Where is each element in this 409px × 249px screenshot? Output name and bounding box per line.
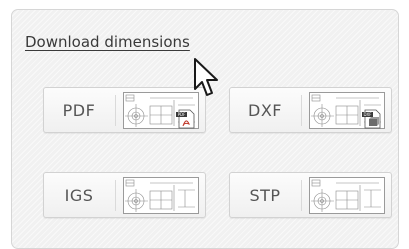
svg-text:DXF: DXF [363, 112, 372, 117]
button-divider [301, 95, 302, 126]
button-divider [301, 180, 302, 211]
pdf-download-button[interactable]: PDF PDF [43, 87, 206, 133]
igs-download-button[interactable]: IGS [43, 172, 206, 218]
button-divider [115, 95, 116, 126]
drawing-thumbnail-icon [123, 177, 199, 214]
dxf-file-icon: DXF [362, 109, 381, 129]
drawing-thumbnail-icon: DXF [309, 92, 385, 129]
arrow-cursor-icon [194, 58, 218, 96]
stp-download-button[interactable]: STP [229, 172, 392, 218]
pdf-button-label: PDF [62, 100, 96, 120]
dxf-button-label: DXF [248, 100, 282, 120]
download-dimensions-link[interactable]: Download dimensions [25, 33, 190, 51]
svg-text:PDF: PDF [178, 112, 186, 117]
pdf-file-icon: PDF [176, 109, 195, 129]
igs-button-label: IGS [64, 185, 94, 205]
stp-button-label: STP [249, 185, 281, 205]
drawing-thumbnail-icon: PDF [123, 92, 199, 129]
download-dimensions-panel: Download dimensions PDF PDF DXF DXF IGS … [11, 9, 399, 249]
drawing-thumbnail-icon [309, 177, 385, 214]
dxf-download-button[interactable]: DXF DXF [229, 87, 392, 133]
button-divider [115, 180, 116, 211]
